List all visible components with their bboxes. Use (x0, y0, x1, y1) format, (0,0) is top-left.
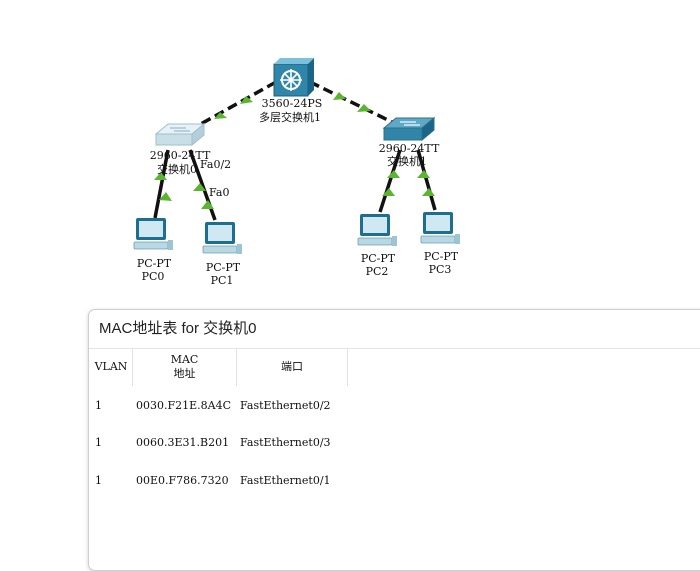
pc3-model-label: PC-PT (424, 250, 459, 263)
column-header-vlan[interactable]: VLAN (90, 348, 133, 386)
column-header-port[interactable]: 端口 (237, 348, 348, 386)
pc2-name-label: PC2 (366, 265, 389, 278)
row-mac: 0030.F21E.8A4C (136, 399, 232, 412)
column-header-mac-line1: MAC (170, 353, 199, 366)
pc2-icon[interactable] (357, 214, 397, 246)
link-up-indicator (422, 188, 435, 196)
link-up-indicator (382, 188, 395, 196)
mac-table: VLAN MAC 地址 端口 1 0030.F21E.8A4C FastEthe… (90, 348, 700, 570)
row-mac: 00E0.F786.7320 (136, 474, 229, 487)
pc3-name-label: PC3 (429, 263, 452, 276)
row-port: FastEthernet0/1 (240, 474, 331, 487)
row-vlan: 1 (95, 436, 102, 449)
switch1-model-label: 2960-24TT (379, 142, 440, 155)
column-header-port-label: 端口 (281, 360, 303, 373)
pc0-icon[interactable] (133, 218, 173, 250)
pc0-model-label: PC-PT (137, 257, 172, 270)
window-title[interactable]: MAC地址表 for 交换机0 (89, 310, 700, 349)
row-vlan: 1 (95, 474, 102, 487)
pc1-port-label: Fa0 (209, 186, 229, 199)
row-port: FastEthernet0/3 (240, 436, 331, 449)
link-up-indicator (417, 170, 430, 178)
row-port: FastEthernet0/2 (240, 399, 331, 412)
column-header-mac-line2: 地址 (173, 367, 196, 380)
pc0-name-label: PC0 (142, 270, 165, 283)
pc1-icon[interactable] (202, 222, 242, 254)
switch0-port-label: Fa0/2 (200, 158, 231, 171)
switch0-icon[interactable] (154, 122, 206, 147)
link-up-indicator (201, 200, 214, 209)
mac-table-window[interactable]: MAC地址表 for 交换机0 VLAN MAC 地址 端口 1 0030.F2… (88, 309, 700, 571)
pc3-icon[interactable] (420, 212, 460, 244)
ml-switch-name-label: 多层交换机1 (259, 110, 321, 124)
column-header-vlan-label: VLAN (94, 360, 128, 373)
pc1-model-label: PC-PT (206, 261, 241, 274)
ml-switch-model-label: 3560-24PS (262, 97, 323, 110)
row-vlan: 1 (95, 399, 102, 412)
switch1-name-label: 交换机1 (387, 154, 427, 168)
pc2-model-label: PC-PT (361, 252, 396, 265)
multilayer-switch-icon[interactable] (273, 58, 314, 97)
link-up-indicator (387, 170, 400, 178)
topology-canvas[interactable]: 3560-24PS 多层交换机1 2960-24TT 交换机0 Fa0/2 Fa… (0, 0, 700, 300)
column-header-mac[interactable]: MAC 地址 (133, 348, 237, 386)
switch1-icon[interactable] (382, 116, 436, 142)
row-mac: 0060.3E31.B201 (136, 436, 230, 449)
switch0-name-label: 交换机0 (157, 162, 197, 176)
pc1-name-label: PC1 (211, 274, 234, 287)
link-up-indicator (333, 92, 346, 100)
